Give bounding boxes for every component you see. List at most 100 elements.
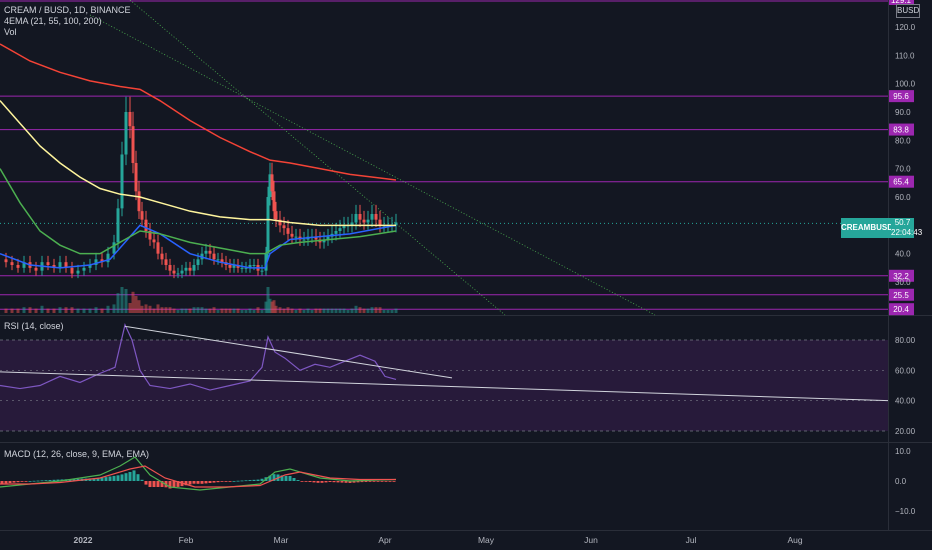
candle-body — [252, 265, 256, 266]
macd-histogram-bar — [252, 479, 256, 481]
macd-histogram-bar — [128, 472, 132, 481]
candle-body — [302, 239, 306, 241]
candle-body — [116, 208, 120, 243]
macd-histogram-bar — [4, 481, 8, 484]
macd-histogram-bar — [296, 480, 300, 481]
volume-bar — [216, 310, 220, 313]
rsi-indicator-label[interactable]: RSI (14, close) — [4, 321, 64, 332]
volume-bar — [326, 308, 330, 313]
candle-body — [16, 265, 20, 268]
macd-histogram-bar — [8, 481, 12, 483]
macd-indicator-label[interactable]: MACD (12, 26, close, 9, EMA, EMA) — [4, 449, 149, 460]
ema-indicator-label[interactable]: 4EMA (21, 55, 100, 200) — [4, 16, 131, 27]
volume-bar — [184, 308, 188, 313]
volume-bar — [208, 308, 212, 313]
macd-histogram-bar — [192, 481, 196, 484]
volume-bar — [58, 307, 62, 313]
volume-bar — [310, 310, 314, 313]
macd-histogram-bar — [208, 481, 212, 483]
volume-bar — [120, 287, 124, 313]
macd-histogram-bar — [28, 481, 32, 482]
candle-body — [76, 270, 80, 274]
macd-histogram-bar — [120, 474, 124, 481]
macd-legend: MACD (12, 26, close, 9, EMA, EMA) — [4, 449, 149, 460]
macd-histogram-bar — [140, 479, 144, 481]
candle-body — [362, 219, 366, 223]
volume-bar — [116, 293, 120, 313]
macd-histogram-bar — [388, 481, 392, 482]
candle-body — [82, 267, 86, 271]
macd-histogram-bar — [40, 480, 44, 482]
macd-histogram-bar — [316, 481, 320, 483]
volume-bar — [160, 307, 164, 313]
macd-histogram-bar — [196, 481, 200, 484]
macd-histogram-bar — [300, 481, 304, 482]
candle-body — [46, 262, 50, 265]
volume-bar — [70, 307, 74, 313]
volume-bar — [10, 308, 14, 313]
chart-canvas[interactable]: 95.683.865.432.225.520.4129.1 80.0060.00… — [0, 0, 932, 550]
candle-body — [4, 259, 8, 263]
last-price-tag: 50.7 22:04:43 — [891, 218, 922, 238]
volume-bar — [176, 310, 180, 313]
macd-histogram-bar — [44, 480, 48, 481]
volume-bar — [244, 310, 248, 313]
candle-body — [184, 267, 188, 271]
volume-bar — [342, 308, 346, 313]
volume-bar — [274, 305, 278, 313]
price-axis-tick: 100.0 — [895, 80, 916, 89]
candle-body — [152, 239, 156, 243]
macd-histogram-bar — [224, 481, 228, 482]
volume-bar — [354, 305, 358, 313]
volume-bar — [112, 304, 116, 313]
volume-bar — [152, 308, 156, 313]
rsi-band — [0, 340, 888, 431]
volume-bar — [322, 308, 326, 313]
macd-histogram-bar — [308, 481, 312, 482]
candle-body — [176, 273, 180, 275]
candle-body — [286, 228, 290, 234]
candle-body — [240, 267, 244, 269]
volume-bar — [346, 310, 350, 313]
candle-body — [294, 236, 298, 238]
macd-histogram-bar — [0, 481, 4, 484]
volume-bar — [232, 308, 236, 313]
level-price-label: 95.6 — [893, 92, 909, 101]
symbol-title[interactable]: CREAM / BUSD, 1D, BINANCE — [4, 5, 131, 16]
price-axis-tick: 110.0 — [895, 51, 915, 60]
volume-bar — [350, 308, 354, 313]
candle-body — [124, 112, 128, 155]
time-axis-label: Apr — [378, 535, 391, 545]
candle-body — [10, 262, 14, 265]
volume-bar — [168, 307, 172, 313]
candle-body — [192, 265, 196, 271]
macd-histogram-bar — [104, 477, 108, 481]
level-price-label: 25.5 — [893, 291, 909, 300]
candle-body — [208, 250, 212, 254]
volume-bar — [366, 308, 370, 313]
candle-body — [338, 228, 342, 231]
volume-bar — [134, 296, 138, 313]
volume-bar — [172, 308, 176, 313]
macd-histogram-bar — [48, 480, 52, 481]
volume-bar — [88, 308, 92, 313]
currency-badge[interactable]: BUSD — [896, 4, 920, 18]
candle-body — [120, 154, 124, 209]
level-price-label: 83.8 — [893, 126, 909, 135]
volume-bar — [212, 307, 216, 313]
macd-histogram-bar — [152, 481, 156, 487]
macd-histogram-bar — [116, 475, 120, 481]
volume-bar — [196, 307, 200, 313]
volume-bar — [164, 307, 168, 313]
macd-axis-tick: −10.0 — [895, 507, 916, 516]
volume-bar — [260, 310, 264, 313]
macd-axis-tick: 10.0 — [895, 447, 911, 456]
volume-bar — [330, 308, 334, 313]
candle-body — [128, 112, 132, 127]
volume-bar — [82, 308, 86, 313]
volume-bar — [40, 305, 44, 313]
volume-indicator-label[interactable]: Vol — [4, 27, 131, 38]
volume-bar — [22, 307, 26, 313]
macd-histogram-bar — [336, 481, 340, 483]
time-axis-label: Mar — [274, 535, 289, 545]
